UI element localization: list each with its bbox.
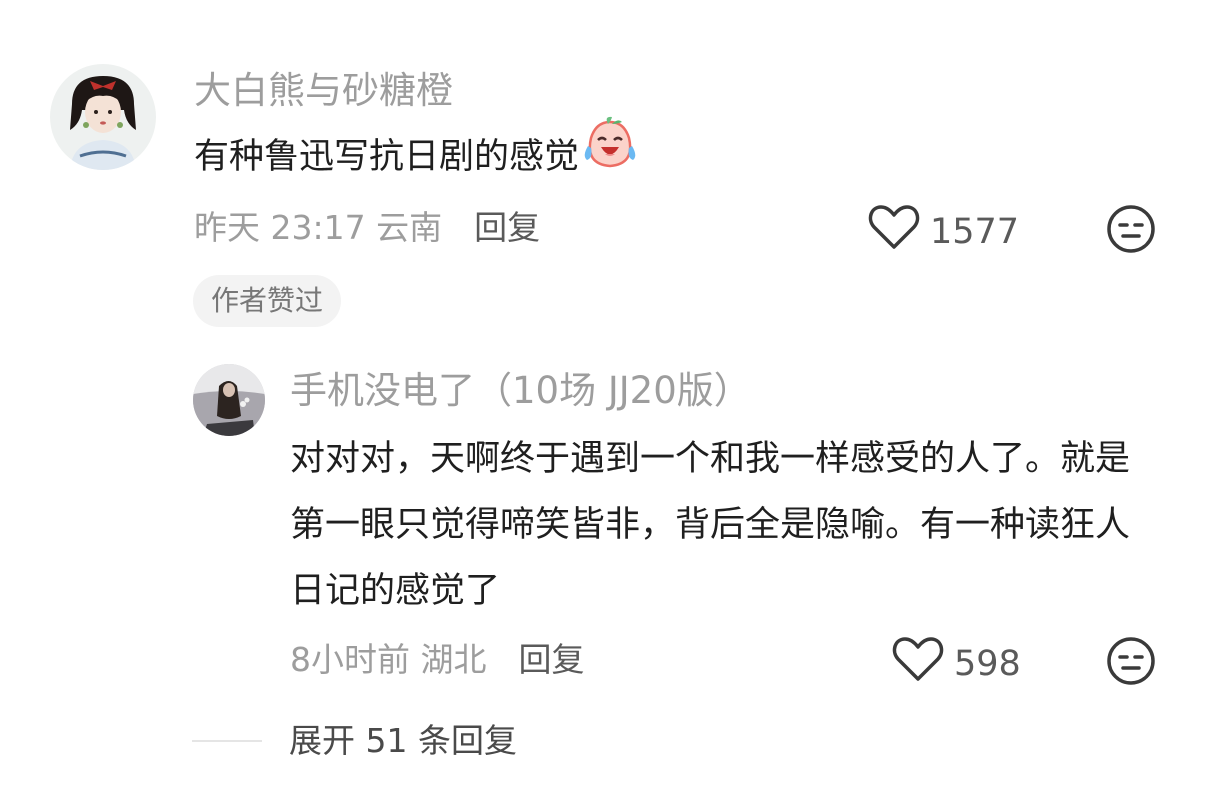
like-button[interactable]: 598 [892,636,1021,691]
like-count: 1577 [930,211,1020,252]
dislike-button[interactable] [1106,204,1156,254]
reply-button[interactable]: 回复 [474,208,540,247]
username[interactable]: 大白熊与砂糖橙 [194,69,453,113]
expand-replies-button[interactable]: 展开 51 条回复 [289,719,517,763]
heart-outline-icon [892,636,944,691]
author-liked-badge: 作者赞过 [193,275,342,327]
username[interactable]: 手机没电了（10场 JJ20版） [290,369,751,413]
comment-meta: 昨天 23:17 云南 回复 [194,208,540,248]
like-button[interactable]: 1577 [868,204,1019,259]
dislike-button[interactable] [1106,636,1156,686]
timestamp-location: 8小时前 湖北 [290,640,487,679]
crying-laughing-peach-emoji-icon [581,116,639,192]
avatar[interactable] [50,64,156,170]
comment-text: 对对对，天啊终于遇到一个和我一样感受的人了。就是第一眼只觉得啼笑皆非，背后全是隐… [290,439,1131,611]
heart-outline-icon [868,204,920,259]
unamused-face-icon [1106,637,1156,690]
reply-button[interactable]: 回复 [519,640,585,679]
comment-text-content: 有种鲁迅写抗日剧的感觉 [194,137,580,177]
comment-meta: 8小时前 湖北 回复 [290,640,585,680]
expand-divider [192,740,262,742]
comment-text: 有种鲁迅写抗日剧的感觉 [194,116,639,192]
comment-thread: 大白熊与砂糖橙 有种鲁迅写抗日剧的感觉 昨天 23:17 云南回复 1577 [0,0,1206,811]
unamused-face-icon [1106,205,1156,258]
timestamp-location: 昨天 23:17 云南 [194,208,443,247]
avatar[interactable] [193,364,265,436]
like-count: 598 [954,643,1021,684]
